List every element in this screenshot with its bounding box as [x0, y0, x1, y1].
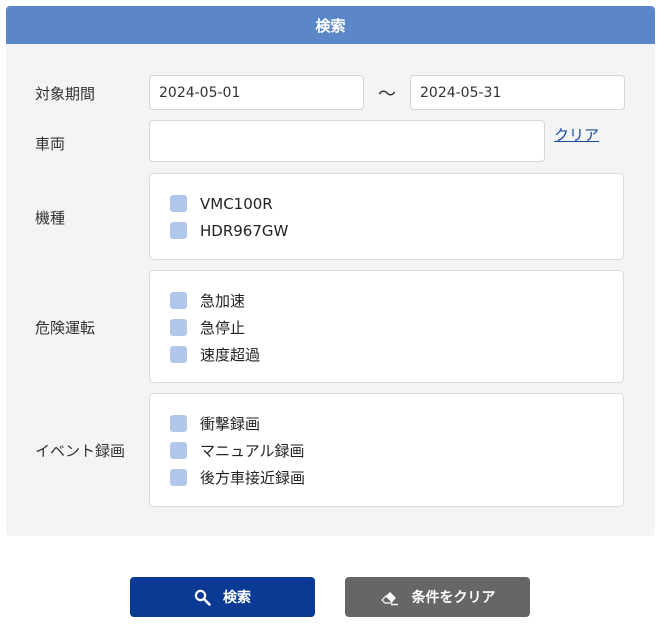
vehicle-label: 車両 [35, 135, 66, 153]
event-checkbox[interactable] [170, 415, 187, 432]
danger-option[interactable]: 速度超過 [170, 341, 623, 368]
event-checkbox[interactable] [170, 442, 187, 459]
danger-checkbox[interactable] [170, 346, 187, 363]
danger-label: 危険運転 [35, 319, 96, 337]
danger-checkbox[interactable] [170, 319, 187, 336]
event-option-label: 衝撃録画 [200, 415, 261, 433]
period-from-input[interactable] [149, 75, 364, 110]
vehicle-input[interactable] [149, 120, 545, 162]
danger-option-label: 急加速 [200, 292, 246, 310]
danger-option-label: 速度超過 [200, 346, 261, 364]
event-option[interactable]: 衝撃録画 [170, 410, 623, 437]
clear-conditions-button[interactable]: 条件をクリア [345, 577, 530, 617]
event-option[interactable]: 後方車接近録画 [170, 464, 623, 491]
clear-conditions-label: 条件をクリア [411, 590, 496, 606]
search-panel: 検索 対象期間 ～ 車両 クリア 機種 VMC100R HDR967GW 危険運… [6, 6, 655, 536]
event-checkbox[interactable] [170, 469, 187, 486]
eraser-icon [380, 591, 398, 605]
danger-option-label: 急停止 [200, 319, 246, 337]
model-label: 機種 [35, 209, 66, 227]
model-option[interactable]: VMC100R [170, 190, 623, 217]
event-label: イベント録画 [35, 442, 126, 460]
model-option[interactable]: HDR967GW [170, 217, 623, 244]
model-options-box: VMC100R HDR967GW [149, 173, 624, 260]
danger-checkbox[interactable] [170, 292, 187, 309]
danger-options-box: 急加速 急停止 速度超過 [149, 270, 624, 383]
event-option-label: 後方車接近録画 [200, 469, 306, 487]
vehicle-clear-link[interactable]: クリア [554, 124, 599, 145]
model-option-label: VMC100R [200, 194, 273, 213]
period-label: 対象期間 [35, 85, 96, 103]
period-to-input[interactable] [410, 75, 625, 110]
model-option-label: HDR967GW [200, 221, 289, 240]
panel-title: 検索 [6, 6, 655, 44]
period-separator: ～ [378, 84, 396, 105]
model-checkbox[interactable] [170, 195, 187, 212]
search-button-label: 検索 [223, 590, 251, 606]
event-option[interactable]: マニュアル録画 [170, 437, 623, 464]
search-icon [194, 589, 211, 606]
event-option-label: マニュアル録画 [200, 442, 305, 460]
danger-option[interactable]: 急加速 [170, 287, 623, 314]
search-button[interactable]: 検索 [130, 577, 315, 617]
model-checkbox[interactable] [170, 222, 187, 239]
danger-option[interactable]: 急停止 [170, 314, 623, 341]
event-options-box: 衝撃録画 マニュアル録画 後方車接近録画 [149, 393, 624, 507]
